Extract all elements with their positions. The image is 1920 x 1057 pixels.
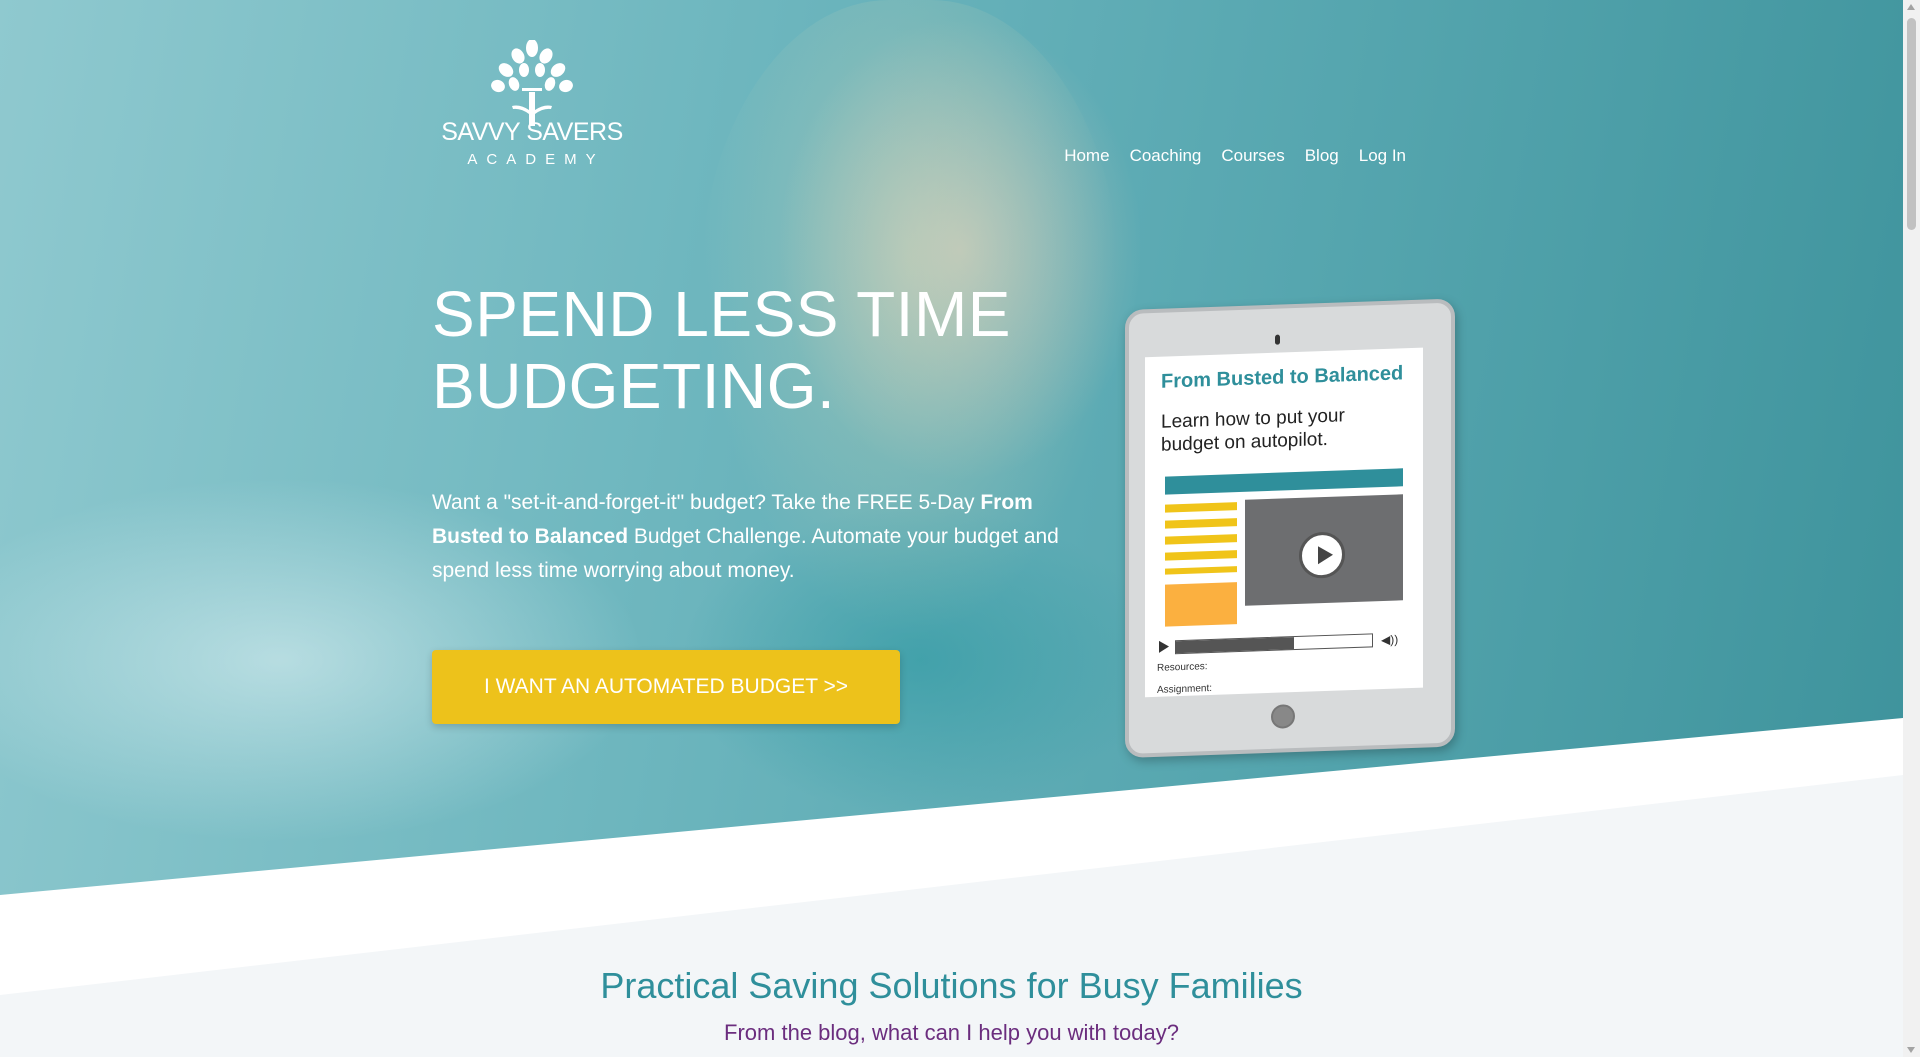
site-logo[interactable]: SAVVY SAVERS ACADEMY [437,40,627,170]
page-scrollbar[interactable] [1903,0,1920,1057]
tablet-course-subtitle: Learn how to put your budget on autopilo… [1161,405,1345,456]
tablet-text-line [1165,550,1237,561]
logo-name: SAVVY SAVERS [441,118,623,146]
video-controls: ◀)) [1159,630,1407,655]
nav-log-in[interactable]: Log In [1359,146,1406,166]
tablet-orange-block [1165,582,1237,627]
video-progress-track [1175,633,1373,655]
play-small-icon [1159,640,1169,653]
nav-blog[interactable]: Blog [1305,146,1339,166]
tablet-home-button [1271,704,1295,729]
hero-title: SPEND LESS TIME BUDGETING. [432,278,1011,422]
hero-description: Want a "set-it-and-forget-it" budget? Ta… [432,486,1082,588]
tablet-frame: From Busted to Balanced Learn how to put… [1125,298,1455,758]
tablet-course-title: From Busted to Balanced [1161,362,1404,393]
tablet-illustration: From Busted to Balanced Learn how to put… [1125,289,1455,760]
nav-courses[interactable]: Courses [1221,146,1284,166]
tablet-text-line [1165,518,1237,529]
scrollbar-thumb[interactable] [1907,18,1916,230]
hero-text-before: Want a "set-it-and-forget-it" budget? Ta… [432,491,981,514]
main-nav: Home Coaching Courses Blog Log In [1064,146,1406,166]
resources-label: Resources: [1157,661,1208,674]
camera-icon [1275,334,1280,345]
nav-coaching[interactable]: Coaching [1130,146,1202,166]
tablet-text-line [1165,534,1237,545]
scroll-up-arrow-icon[interactable] [1907,4,1915,10]
logo-subtitle: ACADEMY [467,151,605,168]
tree-icon [491,40,573,126]
tablet-header-bar [1165,468,1403,495]
scroll-down-arrow-icon[interactable] [1907,1047,1915,1053]
volume-icon: ◀)) [1381,632,1399,648]
section-title: Practical Saving Solutions for Busy Fami… [600,965,1303,1006]
video-progress-fill [1176,637,1294,654]
page: SAVVY SAVERS ACADEMY Home Coaching Cours… [0,0,1903,1057]
assignment-label: Assignment: [1157,682,1213,696]
tablet-screen: From Busted to Balanced Learn how to put… [1145,347,1423,698]
tablet-text-line [1165,566,1237,575]
nav-home[interactable]: Home [1064,146,1109,166]
tablet-text-line [1165,502,1237,513]
automated-budget-button[interactable]: I WANT AN AUTOMATED BUDGET >> [432,650,900,724]
section-subtitle: From the blog, what can I help you with … [724,1020,1179,1045]
